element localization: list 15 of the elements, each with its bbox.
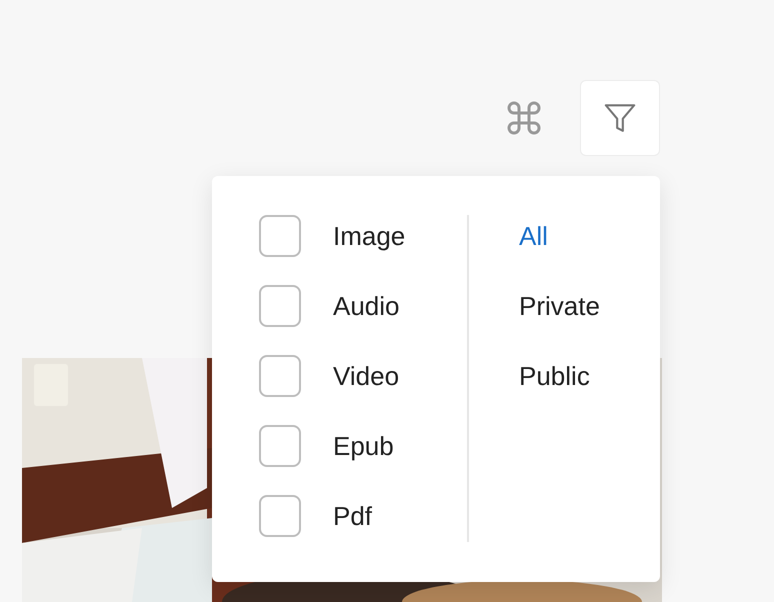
checkbox[interactable] xyxy=(259,425,301,467)
checkbox-label[interactable]: Audio xyxy=(333,293,400,319)
checkbox[interactable] xyxy=(259,495,301,537)
checkbox-label[interactable]: Video xyxy=(333,363,400,389)
filter-button[interactable] xyxy=(580,80,660,156)
visibility-option[interactable]: Public xyxy=(519,355,600,397)
visibility-option[interactable]: Private xyxy=(519,285,600,327)
checkbox[interactable] xyxy=(259,285,301,327)
filter-icon xyxy=(603,101,637,135)
checkbox[interactable] xyxy=(259,355,301,397)
checkbox-label[interactable]: Pdf xyxy=(333,503,372,529)
checkbox-label[interactable]: Image xyxy=(333,223,406,249)
visibility-option[interactable]: All xyxy=(519,215,600,257)
checkbox[interactable] xyxy=(259,215,301,257)
checkbox-label[interactable]: Epub xyxy=(333,433,394,459)
